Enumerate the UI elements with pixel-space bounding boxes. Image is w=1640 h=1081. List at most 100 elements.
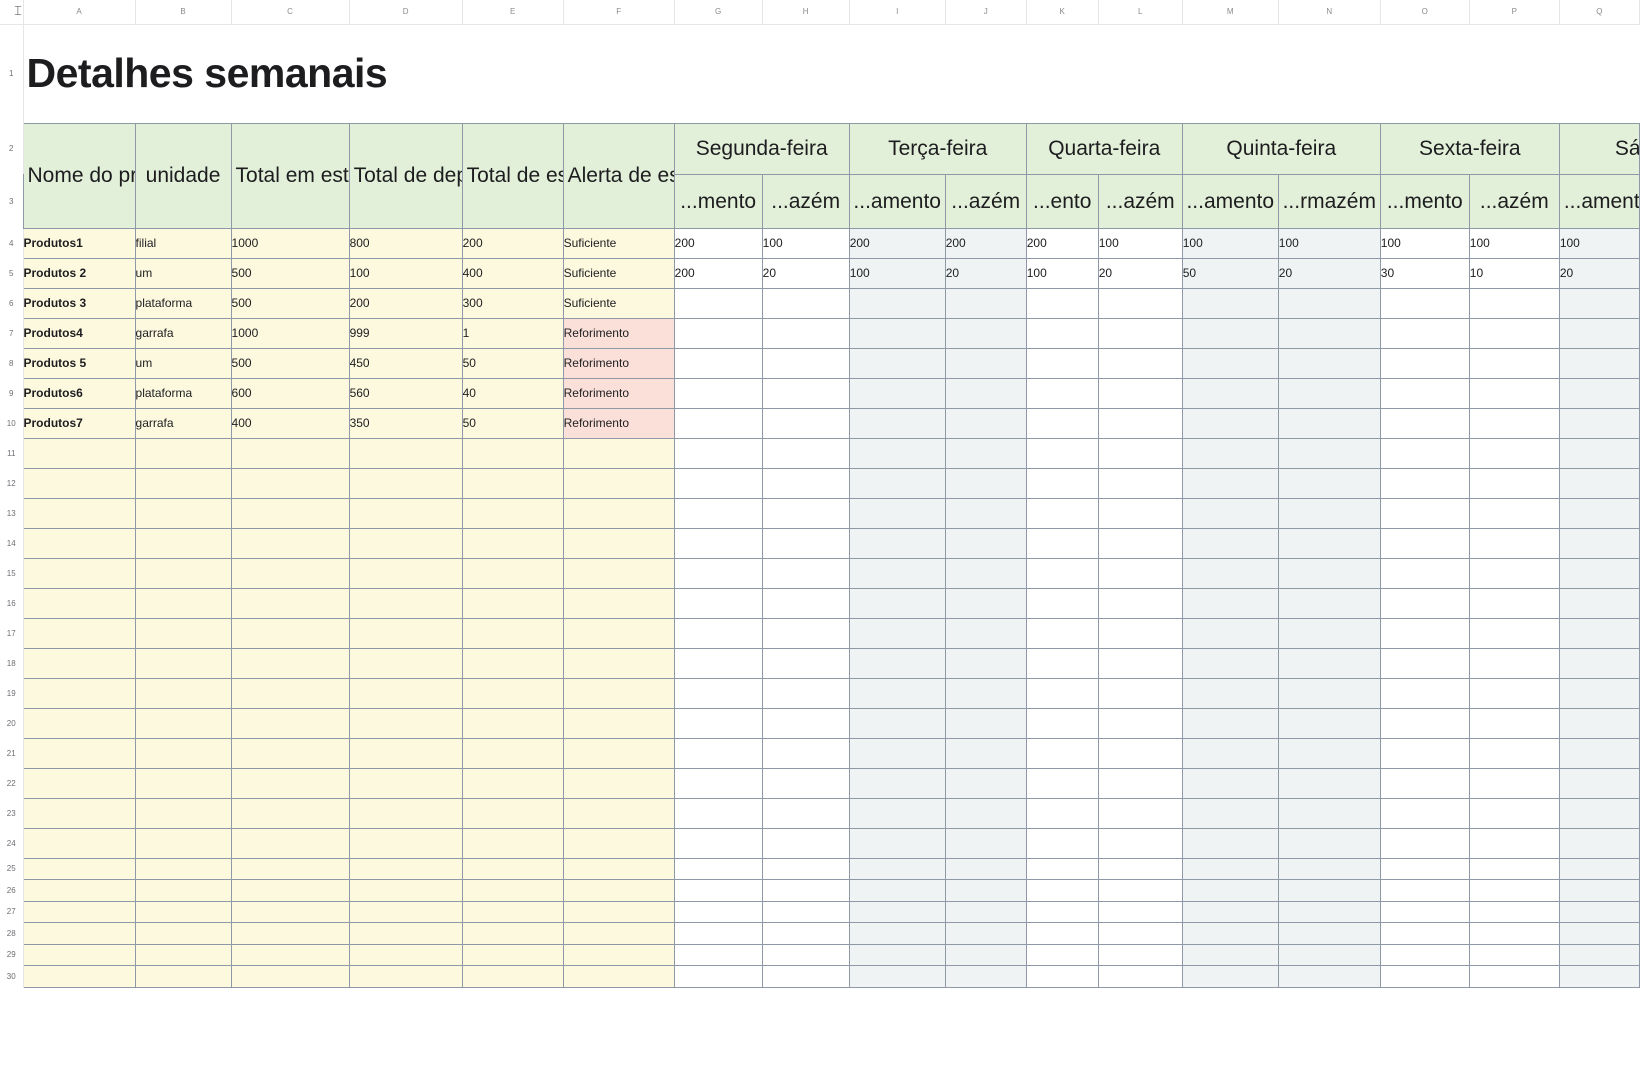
empty-cell[interactable] xyxy=(134,707,232,739)
empty-cell[interactable] xyxy=(22,467,136,499)
empty-cell[interactable] xyxy=(1181,677,1279,709)
empty-cell[interactable] xyxy=(1379,900,1470,923)
day-value-cell[interactable]: 100 xyxy=(1181,227,1279,259)
empty-cell[interactable] xyxy=(673,943,763,966)
empty-cell[interactable] xyxy=(673,827,763,859)
empty-cell[interactable] xyxy=(761,467,850,499)
empty-cell[interactable] xyxy=(1097,677,1183,709)
day-value-cell[interactable] xyxy=(761,347,850,379)
empty-cell[interactable] xyxy=(1379,879,1470,902)
empty-cell[interactable] xyxy=(461,587,564,619)
day-value-cell[interactable] xyxy=(761,407,850,439)
empty-cell[interactable] xyxy=(944,737,1027,769)
day-value-cell[interactable]: 100 xyxy=(1468,227,1560,259)
day-value-cell[interactable] xyxy=(1558,407,1640,439)
empty-cell[interactable] xyxy=(230,737,350,769)
empty-cell[interactable] xyxy=(944,707,1027,739)
empty-cell[interactable] xyxy=(1025,617,1099,649)
empty-cell[interactable] xyxy=(230,879,350,902)
header-total-deposits[interactable]: Total de depósitos xyxy=(348,122,463,229)
day-value-cell[interactable] xyxy=(848,407,946,439)
day-value-cell[interactable] xyxy=(848,287,946,319)
empty-cell[interactable] xyxy=(1558,857,1640,880)
empty-cell[interactable] xyxy=(22,965,136,988)
empty-cell[interactable] xyxy=(1277,857,1381,880)
empty-cell[interactable] xyxy=(1558,677,1640,709)
header-alert[interactable]: Alerta de estoque xyxy=(562,122,675,229)
empty-cell[interactable] xyxy=(848,467,946,499)
empty-cell[interactable] xyxy=(1097,707,1183,739)
empty-cell[interactable] xyxy=(1558,437,1640,469)
day-value-cell[interactable] xyxy=(1277,317,1381,349)
empty-cell[interactable] xyxy=(1558,707,1640,739)
day-value-cell[interactable] xyxy=(1097,407,1183,439)
empty-cell[interactable] xyxy=(1097,467,1183,499)
day-value-cell[interactable] xyxy=(1025,407,1099,439)
empty-cell[interactable] xyxy=(673,857,763,880)
day-value-cell[interactable]: 200 xyxy=(1025,227,1099,259)
total-deposits-cell[interactable]: 999 xyxy=(348,317,463,349)
empty-cell[interactable] xyxy=(1097,900,1183,923)
empty-cell[interactable] xyxy=(134,437,232,469)
day-value-cell[interactable] xyxy=(1181,347,1279,379)
column-header[interactable]: K xyxy=(1026,0,1099,25)
row-number[interactable]: 30 xyxy=(0,965,24,987)
sheet-title[interactable]: Detalhes semanais xyxy=(23,24,1640,123)
day-value-cell[interactable] xyxy=(673,407,763,439)
empty-cell[interactable] xyxy=(944,922,1027,945)
empty-cell[interactable] xyxy=(562,587,675,619)
column-header[interactable]: I xyxy=(849,0,946,25)
day-value-cell[interactable] xyxy=(1468,407,1560,439)
day-value-cell[interactable]: 10 xyxy=(1468,257,1560,289)
column-header[interactable]: F xyxy=(563,0,675,25)
row-number[interactable]: 10 xyxy=(0,408,24,438)
empty-cell[interactable] xyxy=(1468,879,1560,902)
empty-cell[interactable] xyxy=(348,437,463,469)
empty-cell[interactable] xyxy=(461,497,564,529)
empty-cell[interactable] xyxy=(22,922,136,945)
empty-cell[interactable] xyxy=(1277,677,1381,709)
empty-cell[interactable] xyxy=(1025,707,1099,739)
stock-total-cell[interactable]: 200 xyxy=(461,227,564,259)
total-deposits-cell[interactable]: 450 xyxy=(348,347,463,379)
empty-cell[interactable] xyxy=(1558,797,1640,829)
empty-cell[interactable] xyxy=(461,900,564,923)
empty-cell[interactable] xyxy=(1181,707,1279,739)
day-value-cell[interactable] xyxy=(673,377,763,409)
empty-cell[interactable] xyxy=(562,557,675,589)
column-header[interactable]: M xyxy=(1182,0,1279,25)
row-number[interactable]: 18 xyxy=(0,648,24,678)
empty-cell[interactable] xyxy=(230,943,350,966)
product-name-cell[interactable]: Produtos 3 xyxy=(22,287,136,319)
unit-cell[interactable]: um xyxy=(134,347,232,379)
empty-cell[interactable] xyxy=(673,900,763,923)
row-number[interactable]: 20 xyxy=(0,708,24,738)
empty-cell[interactable] xyxy=(1558,827,1640,859)
empty-cell[interactable] xyxy=(230,767,350,799)
empty-cell[interactable] xyxy=(1558,943,1640,966)
empty-cell[interactable] xyxy=(348,527,463,559)
empty-cell[interactable] xyxy=(461,965,564,988)
empty-cell[interactable] xyxy=(134,737,232,769)
empty-cell[interactable] xyxy=(461,557,564,589)
day-value-cell[interactable] xyxy=(1181,317,1279,349)
day-value-cell[interactable] xyxy=(673,317,763,349)
empty-cell[interactable] xyxy=(1181,900,1279,923)
day-value-cell[interactable] xyxy=(673,347,763,379)
empty-cell[interactable] xyxy=(22,737,136,769)
empty-cell[interactable] xyxy=(761,677,850,709)
day-value-cell[interactable] xyxy=(1025,287,1099,319)
row-number[interactable]: 5 xyxy=(0,258,24,288)
empty-cell[interactable] xyxy=(1097,797,1183,829)
empty-cell[interactable] xyxy=(22,617,136,649)
header-unit[interactable]: unidade xyxy=(134,122,232,229)
empty-cell[interactable] xyxy=(1558,557,1640,589)
empty-cell[interactable] xyxy=(1468,497,1560,529)
empty-cell[interactable] xyxy=(1097,827,1183,859)
stock-alert-cell[interactable]: Suficiente xyxy=(562,227,675,259)
empty-cell[interactable] xyxy=(1097,647,1183,679)
empty-cell[interactable] xyxy=(134,827,232,859)
day-subheader[interactable]: ...mento xyxy=(1379,173,1470,229)
empty-cell[interactable] xyxy=(230,707,350,739)
day-value-cell[interactable]: 200 xyxy=(673,227,763,259)
